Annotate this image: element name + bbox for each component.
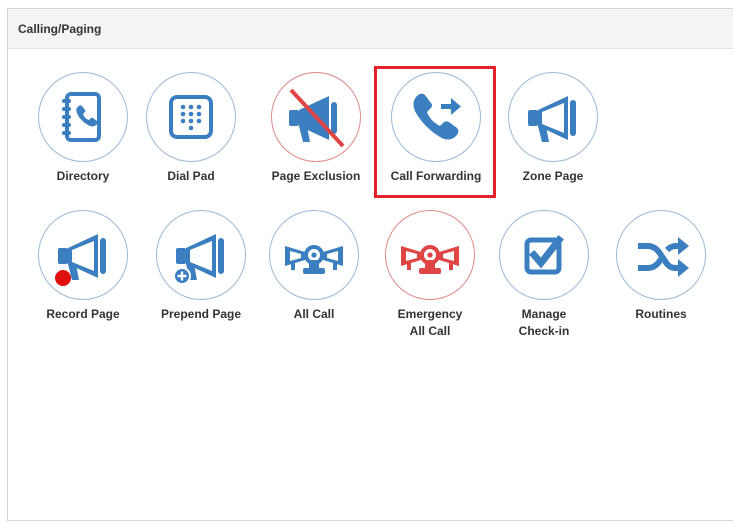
call-forwarding-icon — [391, 72, 481, 162]
tile-label: Routines — [635, 307, 687, 321]
emergency-all-call-icon — [385, 210, 475, 300]
prepend-page-icon — [156, 210, 246, 300]
tile-label-line1: Emergency — [397, 307, 463, 321]
tile-label-line1: Manage — [521, 307, 567, 321]
tile-label: Dial Pad — [167, 169, 215, 183]
shuffle-icon — [616, 210, 706, 300]
tile-label: Record Page — [46, 307, 120, 321]
tile-label-line2: Check-in — [518, 324, 570, 338]
tile-emergency-all-call[interactable]: Emergency All Call — [374, 210, 486, 340]
megaphone-icon — [508, 72, 598, 162]
panel-title: Calling/Paging — [8, 9, 733, 49]
all-call-icon — [269, 210, 359, 300]
tile-call-forwarding[interactable]: Call Forwarding — [380, 72, 492, 185]
tile-directory[interactable]: Directory — [27, 72, 139, 185]
tile-label: All Call — [293, 307, 335, 321]
tile-label: Manage Check-in — [488, 306, 600, 340]
record-page-icon — [38, 210, 128, 300]
tile-manage-check-in[interactable]: Manage Check-in — [488, 210, 600, 340]
tile-label-line2: All Call — [409, 324, 451, 338]
tile-page-exclusion[interactable]: Page Exclusion — [260, 72, 372, 185]
directory-icon — [38, 72, 128, 162]
tile-label: Zone Page — [522, 169, 584, 183]
tile-label: Emergency All Call — [374, 306, 486, 340]
tile-label: Directory — [56, 169, 110, 183]
tile-dial-pad[interactable]: Dial Pad — [135, 72, 247, 185]
tile-label: Call Forwarding — [390, 169, 482, 183]
tile-record-page[interactable]: Record Page — [27, 210, 139, 323]
checkbox-icon — [499, 210, 589, 300]
page-exclusion-icon — [271, 72, 361, 162]
tile-prepend-page[interactable]: Prepend Page — [145, 210, 257, 323]
tile-routines[interactable]: Routines — [605, 210, 717, 323]
tile-label: Prepend Page — [160, 307, 242, 321]
tile-zone-page[interactable]: Zone Page — [497, 72, 609, 185]
dialpad-icon — [146, 72, 236, 162]
tile-label: Page Exclusion — [271, 169, 361, 183]
tile-all-call[interactable]: All Call — [258, 210, 370, 323]
